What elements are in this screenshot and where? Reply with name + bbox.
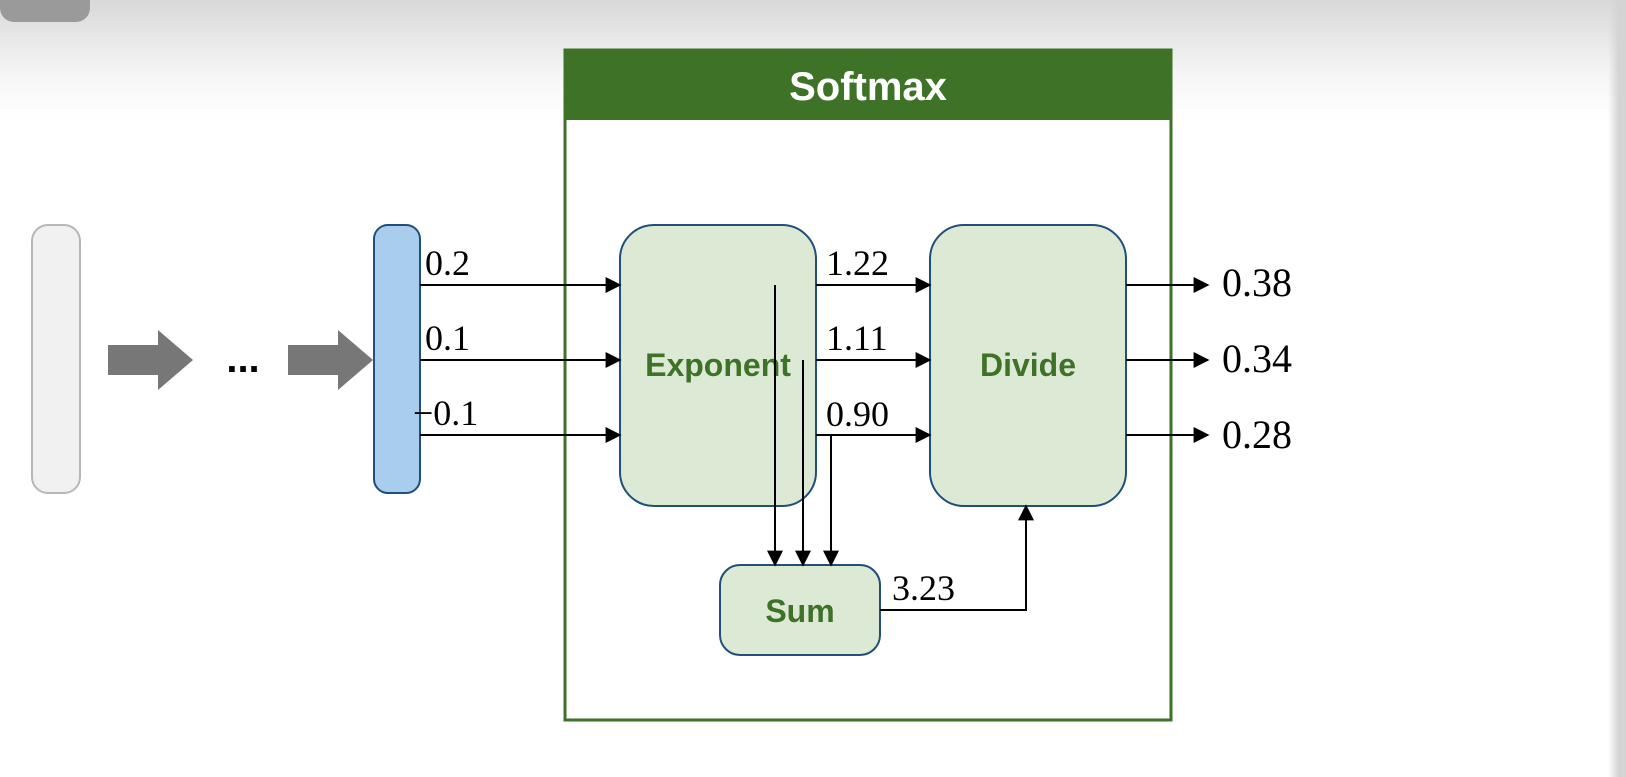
input-value-2: −0.1 <box>413 393 478 433</box>
exp-value-2: 0.90 <box>826 394 889 434</box>
output-value-2: 0.28 <box>1222 412 1292 457</box>
input-pill <box>32 225 80 493</box>
divide-label: Divide <box>980 347 1076 383</box>
diagram-stage: Softmax ... Exponent Divide Sum 0.2 0.1 … <box>0 0 1626 777</box>
input-value-1: 0.1 <box>425 318 470 358</box>
exponent-label: Exponent <box>645 347 791 383</box>
output-value-0: 0.38 <box>1222 260 1292 305</box>
softmax-title: Softmax <box>789 65 947 109</box>
fat-arrow-2 <box>288 330 373 390</box>
sum-label: Sum <box>765 593 834 629</box>
exp-value-0: 1.22 <box>826 243 889 283</box>
logits-vector <box>374 225 420 493</box>
input-value-0: 0.2 <box>425 243 470 283</box>
exp-value-1: 1.11 <box>826 318 888 358</box>
output-value-1: 0.34 <box>1222 336 1292 381</box>
ellipsis: ... <box>226 337 259 381</box>
sum-value: 3.23 <box>892 568 955 608</box>
fat-arrow-1 <box>108 330 193 390</box>
